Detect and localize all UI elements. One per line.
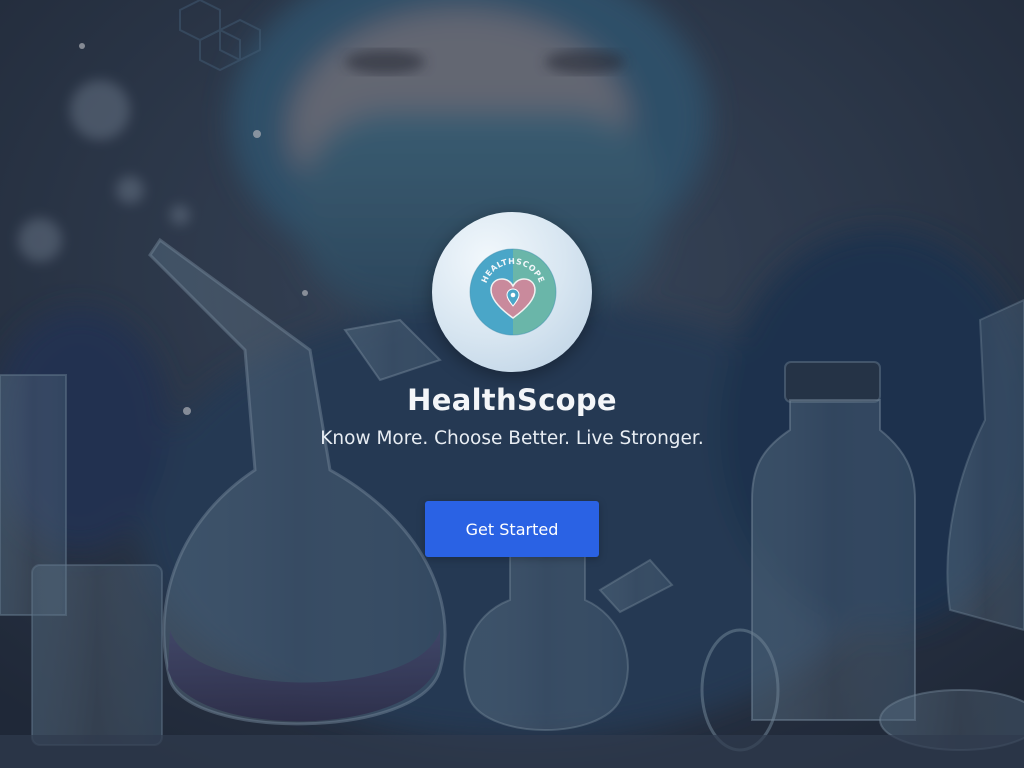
tagline: Know More. Choose Better. Live Stronger. bbox=[320, 428, 704, 449]
heart-location-pin-icon: HEALTHSCOPE bbox=[469, 248, 557, 336]
splash-screen: HEALTHSCOPE HealthScope Know More. Choos… bbox=[0, 0, 1024, 768]
get-started-button[interactable]: Get Started bbox=[425, 501, 599, 557]
app-title: HealthScope bbox=[407, 383, 617, 417]
hero-section: HEALTHSCOPE HealthScope Know More. Choos… bbox=[0, 212, 1024, 557]
app-logo: HEALTHSCOPE bbox=[432, 212, 592, 372]
